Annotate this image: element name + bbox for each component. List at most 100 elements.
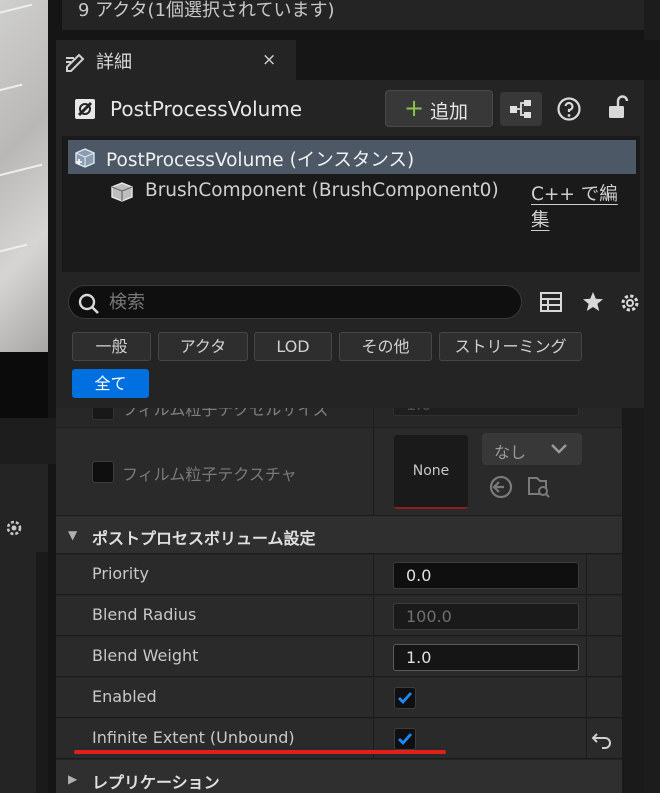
column-divider: [373, 678, 374, 717]
property-name: フィルム粒子テクセルサイズ: [122, 408, 329, 419]
enabled-checkbox[interactable]: [394, 687, 416, 709]
floor-tile: [0, 163, 48, 237]
search-input[interactable]: [109, 288, 509, 316]
expand-arrow-icon: ▶: [68, 772, 78, 786]
infinite-extent-checkbox[interactable]: [394, 728, 416, 750]
component-child-row[interactable]: BrushComponent (BrushComponent0) C++ で編集: [68, 175, 636, 231]
column-divider: [586, 637, 587, 676]
expand-arrow-icon: ▼: [68, 528, 78, 542]
red-annotation-underline: [74, 750, 446, 754]
left-panel-header: [0, 418, 56, 464]
property-row-grain-texture: フィルム粒子テクスチャ None なし: [56, 428, 622, 516]
tab-bar: 詳細 ×: [56, 40, 660, 80]
column-divider: [373, 637, 374, 676]
column-divider: [586, 678, 587, 717]
property-row-priority: Priority 0.0: [56, 555, 622, 595]
filter-all[interactable]: 全て: [72, 369, 149, 398]
star-icon[interactable]: [582, 291, 604, 317]
texture-thumbnail[interactable]: None: [394, 435, 468, 509]
priority-input[interactable]: 0.0: [393, 562, 579, 589]
override-checkbox[interactable]: [92, 408, 114, 420]
tab-title: 詳細: [96, 52, 132, 73]
edit-in-cpp-link[interactable]: C++ で編集: [531, 180, 636, 232]
tab-details[interactable]: 詳細 ×: [56, 40, 296, 80]
use-selected-icon[interactable]: [488, 474, 514, 504]
section-title: レプリケーション: [92, 773, 220, 792]
gear-icon[interactable]: [4, 518, 24, 542]
viewport-bottom: [0, 352, 48, 418]
filter-general[interactable]: 一般: [72, 332, 151, 361]
browse-asset-icon[interactable]: [526, 474, 552, 504]
details-panel: PostProcessVolume + 追加 PostProcessVolume…: [56, 80, 644, 793]
property-name: Blend Radius: [92, 605, 197, 624]
property-name: Infinite Extent (Unbound): [92, 728, 295, 747]
close-icon[interactable]: ×: [262, 50, 276, 70]
component-root-label: PostProcessVolume (インスタンス): [106, 150, 415, 171]
level-viewport[interactable]: [0, 0, 48, 352]
section-post-process-volume[interactable]: ▼ ポストプロセスボリューム設定: [56, 516, 622, 554]
post-process-volume-icon: [74, 98, 96, 124]
filter-streaming[interactable]: ストリーミング: [439, 332, 582, 361]
texture-asset-combo[interactable]: なし: [482, 433, 582, 465]
floor-tile: [0, 3, 47, 77]
property-list: フィルム粒子テクセルサイズ 1.0 フィルム粒子テクスチャ None なし: [56, 408, 622, 793]
component-child-label: BrushComponent (BrushComponent0): [145, 180, 499, 201]
override-checkbox[interactable]: [92, 461, 114, 483]
plus-icon: +: [404, 94, 425, 122]
filter-actor[interactable]: アクタ: [158, 332, 248, 361]
blend-weight-input[interactable]: 1.0: [393, 644, 579, 671]
column-divider: [373, 596, 374, 635]
property-row-enabled: Enabled: [56, 678, 622, 718]
outliner-footer: 9 アクタ(1個選択されています): [62, 0, 644, 30]
grain-texel-input[interactable]: 1.0: [393, 408, 579, 416]
brush-component-icon: [110, 181, 134, 207]
column-divider: [586, 555, 587, 594]
actor-count: 9 アクタ(1個選択されています): [78, 0, 335, 21]
combo-value: なし: [494, 443, 527, 462]
blueprint-icon: [510, 100, 531, 118]
chevron-down-icon: [551, 444, 567, 454]
blend-radius-input[interactable]: 100.0: [393, 603, 579, 630]
property-row-blend-weight: Blend Weight 1.0: [56, 637, 622, 677]
left-panel: [0, 464, 48, 793]
section-replication[interactable]: ▶ レプリケーション: [56, 760, 622, 793]
property-name: Enabled: [92, 687, 157, 706]
property-row-grain-texel: フィルム粒子テクセルサイズ 1.0: [56, 408, 622, 428]
component-tree: PostProcessVolume (インスタンス) BrushComponen…: [62, 136, 640, 272]
column-divider: [586, 719, 587, 758]
filter-lod[interactable]: LOD: [254, 332, 332, 361]
table-view-icon[interactable]: [540, 291, 562, 317]
property-name: フィルム粒子テクスチャ: [122, 465, 297, 484]
column-divider: [373, 408, 374, 427]
component-root-row[interactable]: PostProcessVolume (インスタンス): [68, 140, 636, 174]
add-button-label: 追加: [430, 101, 469, 123]
volume-icon: [74, 147, 96, 173]
checkmark-icon: [398, 733, 413, 746]
column-divider: [586, 596, 587, 635]
lock-icon[interactable]: [606, 94, 630, 124]
left-panel-scroll: [36, 552, 48, 793]
reset-to-default-icon[interactable]: [591, 731, 612, 753]
section-title: ポストプロセスボリューム設定: [92, 529, 316, 548]
floor-tile: [0, 83, 37, 157]
details-scrollbar[interactable]: [622, 408, 644, 793]
search-bar[interactable]: [68, 285, 522, 319]
filter-other[interactable]: その他: [339, 332, 432, 361]
details-header: PostProcessVolume + 追加: [56, 80, 644, 136]
column-divider: [373, 555, 374, 594]
pencil-icon: [64, 50, 88, 76]
search-icon: [78, 293, 99, 314]
help-icon[interactable]: [556, 96, 582, 126]
thumbnail-label: None: [412, 463, 450, 479]
property-row-blend-radius: Blend Radius 100.0: [56, 596, 622, 636]
blueprint-button[interactable]: [500, 92, 542, 126]
property-name: Priority: [92, 564, 149, 583]
property-name: Blend Weight: [92, 646, 199, 665]
floor-tile: [0, 243, 42, 317]
object-name: PostProcessVolume: [110, 97, 303, 121]
settings-gear-icon[interactable]: [618, 291, 642, 319]
outliner-scrollbar[interactable]: [644, 0, 660, 793]
add-component-button[interactable]: + 追加: [385, 90, 493, 127]
checkmark-icon: [398, 692, 413, 705]
column-divider: [373, 428, 374, 515]
